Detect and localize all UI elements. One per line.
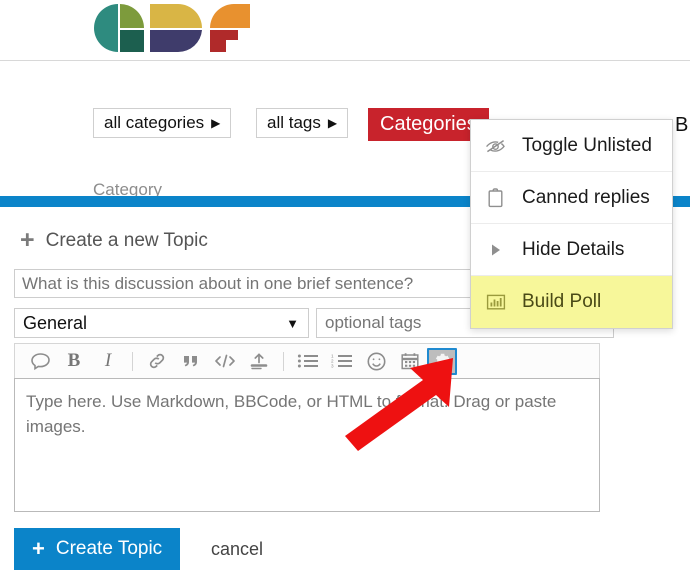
cancel-button[interactable]: cancel: [205, 528, 269, 570]
composer-heading: Create a new Topic: [45, 229, 208, 251]
italic-icon[interactable]: I: [91, 346, 125, 376]
menu-item-label: Hide Details: [522, 238, 625, 260]
italic-glyph: I: [104, 350, 112, 371]
menu-item-build-poll[interactable]: Build Poll: [471, 276, 672, 328]
create-topic-button[interactable]: + Create Topic: [14, 528, 181, 570]
bulleted-list-icon[interactable]: [291, 346, 325, 376]
editor-toolbar: B I 1 2 3: [14, 343, 600, 378]
menu-item-canned-replies[interactable]: Canned replies: [471, 172, 672, 224]
cancel-label: cancel: [211, 538, 264, 559]
link-icon[interactable]: [140, 346, 174, 376]
menu-item-label: Canned replies: [522, 186, 650, 208]
upload-icon[interactable]: [242, 346, 276, 376]
bold-glyph: B: [67, 350, 81, 371]
toolbar-divider: [132, 351, 133, 371]
eye-slash-icon: [485, 138, 506, 154]
menu-item-toggle-unlisted[interactable]: Toggle Unlisted: [471, 120, 672, 172]
bold-icon[interactable]: B: [57, 346, 91, 376]
toolbar-divider: [283, 351, 284, 371]
tab-next-partial[interactable]: B: [675, 110, 690, 140]
create-topic-label: Create Topic: [55, 538, 163, 559]
menu-item-label: Build Poll: [522, 291, 602, 312]
all-tags-dropdown[interactable]: all tags ▶: [256, 108, 349, 138]
clipboard-icon: [485, 187, 506, 208]
triangle-right-icon: [485, 243, 506, 257]
plus-icon: +: [32, 536, 45, 561]
category-select[interactable]: General ▼: [14, 308, 309, 338]
calendar-icon[interactable]: [393, 346, 427, 376]
quote-icon[interactable]: [174, 346, 208, 376]
all-categories-dropdown[interactable]: all categories ▶: [93, 108, 232, 138]
chevron-right-icon: ▶: [211, 116, 221, 130]
code-icon[interactable]: [208, 346, 242, 376]
poll-chart-icon: [485, 293, 506, 311]
category-select-value: General: [23, 313, 88, 333]
all-tags-label: all tags: [267, 113, 321, 132]
plus-icon: +: [20, 226, 35, 254]
numbered-list-icon[interactable]: 1 2 3: [325, 346, 359, 376]
gear-dropdown-menu: Toggle Unlisted Canned replies Hide Deta…: [470, 119, 673, 329]
site-header: [0, 0, 690, 61]
emoji-icon[interactable]: [359, 346, 393, 376]
composer-heading-row: + Create a new Topic: [20, 228, 208, 253]
svg-text:3: 3: [331, 364, 334, 369]
quote-bubble-icon[interactable]: [23, 346, 57, 376]
tab-categories-label: Categories: [380, 113, 477, 135]
menu-item-hide-details[interactable]: Hide Details: [471, 224, 672, 276]
forum-logo[interactable]: [88, 2, 252, 54]
gear-icon[interactable]: [427, 347, 457, 375]
menu-item-label: Toggle Unlisted: [522, 134, 652, 156]
all-categories-label: all categories: [104, 113, 205, 132]
chevron-right-icon: ▶: [327, 116, 338, 130]
post-body-textarea[interactable]: [14, 378, 600, 512]
chevron-down-icon: ▼: [286, 316, 299, 331]
